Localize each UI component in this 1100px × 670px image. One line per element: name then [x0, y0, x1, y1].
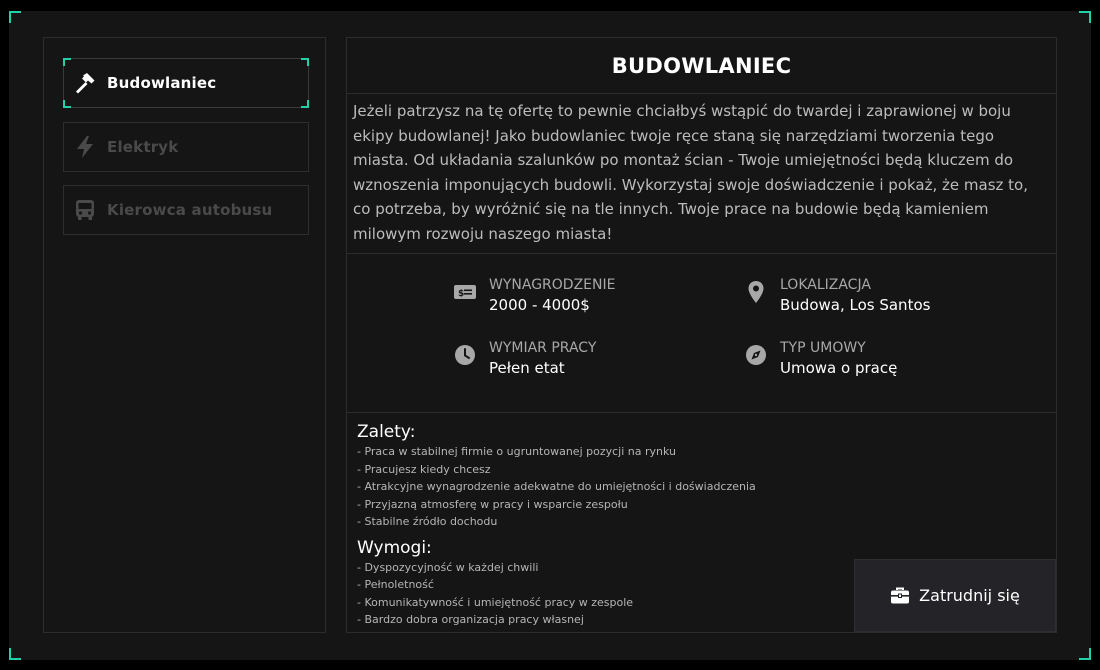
pros-heading: Zalety:	[357, 422, 416, 442]
clock-icon	[453, 343, 477, 367]
bus-icon	[72, 197, 98, 223]
frame-corner	[1079, 11, 1091, 23]
svg-text:$: $	[458, 289, 464, 299]
job-item-budowlaniec[interactable]: Budowlaniec	[63, 58, 309, 108]
stat-value: Budowa, Los Santos	[780, 296, 931, 314]
frame-corner	[1079, 648, 1091, 660]
money-icon: $	[453, 280, 477, 304]
location-pin-icon	[744, 280, 768, 304]
job-item-kierowca-autobusu[interactable]: Kierowca autobusu	[63, 185, 309, 235]
hire-button[interactable]: Zatrudnij się	[854, 559, 1056, 632]
job-item-label: Elektryk	[107, 138, 179, 156]
list-item: - Przyjazną atmosferę w pracy i wsparcie…	[357, 497, 628, 511]
job-title-bar: BUDOWLANIEC	[347, 38, 1056, 94]
stat-value: 2000 - 4000$	[489, 296, 590, 314]
job-item-label: Budowlaniec	[107, 74, 217, 92]
list-item: - Pracujesz kiedy chcesz	[357, 462, 491, 476]
requirements-heading: Wymogi:	[357, 537, 432, 558]
stat-label: WYNAGRODZENIE	[489, 277, 616, 293]
stat-salary: $ WYNAGRODZENIE 2000 - 4000$	[453, 276, 615, 316]
lightning-icon	[72, 134, 98, 160]
stat-value: Umowa o pracę	[780, 359, 898, 377]
stat-contract: TYP UMOWY Umowa o pracę	[744, 339, 897, 379]
stat-value: Pełen etat	[489, 359, 565, 377]
stat-label: TYP UMOWY	[780, 340, 866, 356]
frame-corner	[9, 11, 21, 23]
stat-location: LOKALIZACJA Budowa, Los Santos	[744, 276, 930, 316]
pros-list: - Praca w stabilnej firmie o ugruntowane…	[357, 443, 1056, 531]
job-list-sidebar: Budowlaniec Elektryk Kierowca autobusu	[43, 37, 326, 633]
job-item-elektryk[interactable]: Elektryk	[63, 122, 309, 172]
job-description: Jeżeli patrzysz na tę ofertę to pewnie c…	[347, 94, 1056, 254]
hire-button-label: Zatrudnij się	[919, 586, 1020, 605]
hammer-icon	[72, 70, 98, 96]
frame-corner	[9, 648, 21, 660]
job-stats: $ WYNAGRODZENIE 2000 - 4000$ LOKALIZACJA…	[347, 254, 1056, 413]
job-title: BUDOWLANIEC	[611, 53, 792, 78]
job-item-label: Kierowca autobusu	[107, 201, 273, 219]
stat-hours: WYMIAR PRACY Pełen etat	[453, 339, 596, 379]
job-detail-panel: BUDOWLANIEC Jeżeli patrzysz na tę ofertę…	[346, 37, 1057, 633]
stat-label: WYMIAR PRACY	[489, 340, 597, 356]
briefcase-icon	[890, 587, 910, 605]
list-item: - Stabilne źródło dochodu	[357, 515, 498, 528]
list-item: - Atrakcyjne wynagrodzenie adekwatne do …	[357, 480, 756, 493]
stat-label: LOKALIZACJA	[780, 277, 871, 293]
compass-icon	[744, 343, 768, 367]
list-item: - Praca w stabilnej firmie o ugruntowane…	[357, 445, 676, 458]
